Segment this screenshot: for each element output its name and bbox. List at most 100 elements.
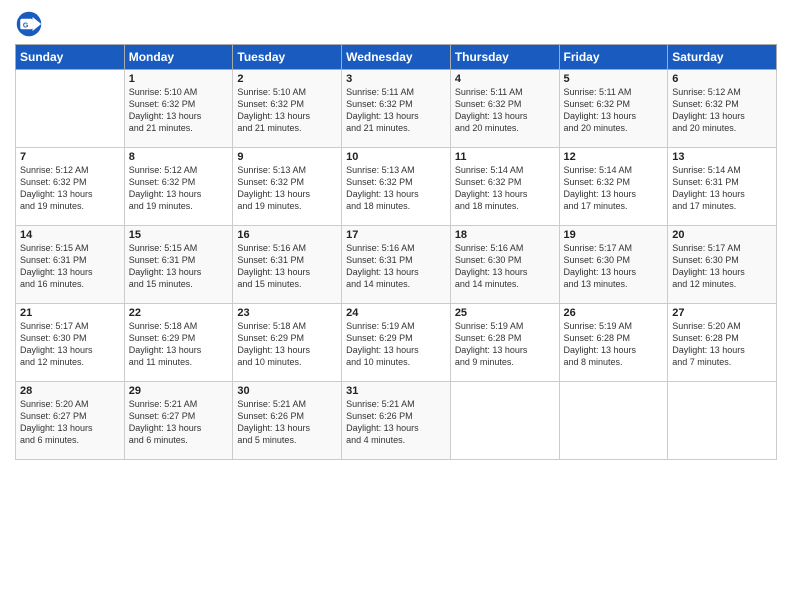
cell-content: Sunrise: 5:21 AM Sunset: 6:26 PM Dayligh… <box>346 398 446 447</box>
calendar-container: G SundayMondayTuesdayWednesdayThursdayFr… <box>0 0 792 470</box>
header-cell-wednesday: Wednesday <box>342 45 451 70</box>
calendar-cell: 5Sunrise: 5:11 AM Sunset: 6:32 PM Daylig… <box>559 70 668 148</box>
cell-content: Sunrise: 5:13 AM Sunset: 6:32 PM Dayligh… <box>237 164 337 213</box>
day-number: 15 <box>129 229 229 241</box>
day-number: 12 <box>564 151 664 163</box>
cell-content: Sunrise: 5:14 AM Sunset: 6:32 PM Dayligh… <box>564 164 664 213</box>
day-number: 28 <box>20 385 120 397</box>
cell-content: Sunrise: 5:18 AM Sunset: 6:29 PM Dayligh… <box>237 320 337 369</box>
calendar-cell: 24Sunrise: 5:19 AM Sunset: 6:29 PM Dayli… <box>342 304 451 382</box>
cell-content: Sunrise: 5:21 AM Sunset: 6:27 PM Dayligh… <box>129 398 229 447</box>
header-cell-sunday: Sunday <box>16 45 125 70</box>
calendar-cell: 30Sunrise: 5:21 AM Sunset: 6:26 PM Dayli… <box>233 382 342 460</box>
calendar-cell: 18Sunrise: 5:16 AM Sunset: 6:30 PM Dayli… <box>450 226 559 304</box>
day-number: 31 <box>346 385 446 397</box>
calendar-cell: 2Sunrise: 5:10 AM Sunset: 6:32 PM Daylig… <box>233 70 342 148</box>
week-row-1: 7 Sunrise: 5:12 AM Sunset: 6:32 PM Daylig… <box>16 148 777 226</box>
calendar-table: SundayMondayTuesdayWednesdayThursdayFrid… <box>15 44 777 460</box>
day-number: 7 <box>20 151 120 163</box>
calendar-cell: 21Sunrise: 5:17 AM Sunset: 6:30 PM Dayli… <box>16 304 125 382</box>
day-number: 18 <box>455 229 555 241</box>
calendar-cell <box>450 382 559 460</box>
day-number: 5 <box>564 73 664 85</box>
cell-content: Sunrise: 5:11 AM Sunset: 6:32 PM Dayligh… <box>346 86 446 135</box>
cell-content: Sunrise: 5:12 AM Sunset: 6:32 PM Dayligh… <box>672 86 772 135</box>
calendar-cell: 16Sunrise: 5:16 AM Sunset: 6:31 PM Dayli… <box>233 226 342 304</box>
header-cell-saturday: Saturday <box>668 45 777 70</box>
week-row-0: 1Sunrise: 5:10 AM Sunset: 6:32 PM Daylig… <box>16 70 777 148</box>
header: G <box>15 10 777 38</box>
calendar-cell: 9Sunrise: 5:13 AM Sunset: 6:32 PM Daylig… <box>233 148 342 226</box>
cell-content: Sunrise: 5:13 AM Sunset: 6:32 PM Dayligh… <box>346 164 446 213</box>
cell-content: Sunrise: 5:16 AM Sunset: 6:31 PM Dayligh… <box>237 242 337 291</box>
day-number: 27 <box>672 307 772 319</box>
calendar-cell <box>16 70 125 148</box>
day-number: 11 <box>455 151 555 163</box>
calendar-cell: 19Sunrise: 5:17 AM Sunset: 6:30 PM Dayli… <box>559 226 668 304</box>
calendar-cell: 1Sunrise: 5:10 AM Sunset: 6:32 PM Daylig… <box>124 70 233 148</box>
cell-content: Sunrise: 5:21 AM Sunset: 6:26 PM Dayligh… <box>237 398 337 447</box>
cell-content: Sunrise: 5:19 AM Sunset: 6:29 PM Dayligh… <box>346 320 446 369</box>
cell-content: Sunrise: 5:10 AM Sunset: 6:32 PM Dayligh… <box>129 86 229 135</box>
day-number: 14 <box>20 229 120 241</box>
day-number: 17 <box>346 229 446 241</box>
cell-content: Sunrise: 5:12 AM Sunset: 6:32 PM Dayligh… <box>129 164 229 213</box>
calendar-cell: 31Sunrise: 5:21 AM Sunset: 6:26 PM Dayli… <box>342 382 451 460</box>
day-number: 30 <box>237 385 337 397</box>
calendar-cell: 28Sunrise: 5:20 AM Sunset: 6:27 PM Dayli… <box>16 382 125 460</box>
cell-content: Sunrise: 5:15 AM Sunset: 6:31 PM Dayligh… <box>129 242 229 291</box>
calendar-cell: 6Sunrise: 5:12 AM Sunset: 6:32 PM Daylig… <box>668 70 777 148</box>
calendar-cell: 11Sunrise: 5:14 AM Sunset: 6:32 PM Dayli… <box>450 148 559 226</box>
calendar-cell: 3Sunrise: 5:11 AM Sunset: 6:32 PM Daylig… <box>342 70 451 148</box>
calendar-cell: 27Sunrise: 5:20 AM Sunset: 6:28 PM Dayli… <box>668 304 777 382</box>
day-number: 26 <box>564 307 664 319</box>
cell-content: Sunrise: 5:17 AM Sunset: 6:30 PM Dayligh… <box>564 242 664 291</box>
cell-content: Sunrise: 5:10 AM Sunset: 6:32 PM Dayligh… <box>237 86 337 135</box>
day-number: 6 <box>672 73 772 85</box>
svg-text:G: G <box>23 23 29 30</box>
week-row-4: 28Sunrise: 5:20 AM Sunset: 6:27 PM Dayli… <box>16 382 777 460</box>
header-row: SundayMondayTuesdayWednesdayThursdayFrid… <box>16 45 777 70</box>
calendar-cell: 26Sunrise: 5:19 AM Sunset: 6:28 PM Dayli… <box>559 304 668 382</box>
header-cell-friday: Friday <box>559 45 668 70</box>
day-number: 20 <box>672 229 772 241</box>
calendar-cell: 12Sunrise: 5:14 AM Sunset: 6:32 PM Dayli… <box>559 148 668 226</box>
cell-content: Sunrise: 5:19 AM Sunset: 6:28 PM Dayligh… <box>455 320 555 369</box>
cell-content: Sunrise: 5:17 AM Sunset: 6:30 PM Dayligh… <box>672 242 772 291</box>
calendar-cell: 25Sunrise: 5:19 AM Sunset: 6:28 PM Dayli… <box>450 304 559 382</box>
day-number: 10 <box>346 151 446 163</box>
cell-content: Sunrise: 5:14 AM Sunset: 6:31 PM Dayligh… <box>672 164 772 213</box>
header-cell-thursday: Thursday <box>450 45 559 70</box>
day-number: 16 <box>237 229 337 241</box>
calendar-cell: 7Sunrise: 5:12 AM Sunset: 6:32 PM Daylig… <box>16 148 125 226</box>
calendar-cell: 15Sunrise: 5:15 AM Sunset: 6:31 PM Dayli… <box>124 226 233 304</box>
cell-content: Sunrise: 5:11 AM Sunset: 6:32 PM Dayligh… <box>455 86 555 135</box>
day-number: 21 <box>20 307 120 319</box>
logo-icon: G <box>15 10 43 38</box>
calendar-cell <box>668 382 777 460</box>
day-number: 23 <box>237 307 337 319</box>
cell-content: Sunrise: 5:18 AM Sunset: 6:29 PM Dayligh… <box>129 320 229 369</box>
day-number: 8 <box>129 151 229 163</box>
cell-content: Sunrise: 5:20 AM Sunset: 6:28 PM Dayligh… <box>672 320 772 369</box>
logo: G <box>15 10 47 38</box>
cell-content: Sunrise: 5:17 AM Sunset: 6:30 PM Dayligh… <box>20 320 120 369</box>
day-number: 29 <box>129 385 229 397</box>
week-row-3: 21Sunrise: 5:17 AM Sunset: 6:30 PM Dayli… <box>16 304 777 382</box>
calendar-cell: 22Sunrise: 5:18 AM Sunset: 6:29 PM Dayli… <box>124 304 233 382</box>
day-number: 4 <box>455 73 555 85</box>
cell-content: Sunrise: 5:14 AM Sunset: 6:32 PM Dayligh… <box>455 164 555 213</box>
cell-content: Sunrise: 5:19 AM Sunset: 6:28 PM Dayligh… <box>564 320 664 369</box>
day-number: 9 <box>237 151 337 163</box>
calendar-cell: 20Sunrise: 5:17 AM Sunset: 6:30 PM Dayli… <box>668 226 777 304</box>
calendar-cell: 17Sunrise: 5:16 AM Sunset: 6:31 PM Dayli… <box>342 226 451 304</box>
cell-content: Sunrise: 5:15 AM Sunset: 6:31 PM Dayligh… <box>20 242 120 291</box>
calendar-cell: 10Sunrise: 5:13 AM Sunset: 6:32 PM Dayli… <box>342 148 451 226</box>
day-number: 19 <box>564 229 664 241</box>
day-number: 22 <box>129 307 229 319</box>
calendar-cell: 29Sunrise: 5:21 AM Sunset: 6:27 PM Dayli… <box>124 382 233 460</box>
day-number: 25 <box>455 307 555 319</box>
header-cell-monday: Monday <box>124 45 233 70</box>
calendar-cell: 8Sunrise: 5:12 AM Sunset: 6:32 PM Daylig… <box>124 148 233 226</box>
header-cell-tuesday: Tuesday <box>233 45 342 70</box>
